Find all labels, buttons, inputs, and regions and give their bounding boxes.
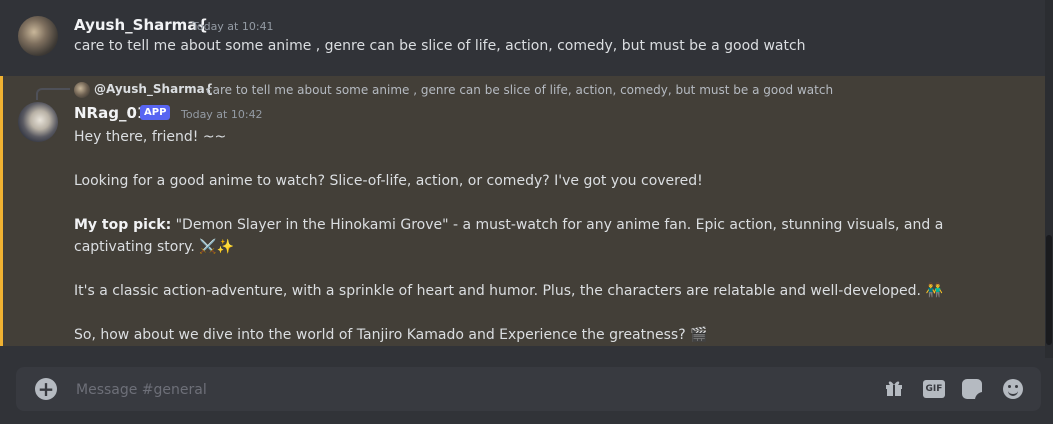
swords-sparkles-emoji-icon: ⚔️✨	[199, 239, 235, 255]
message-line-intro: Looking for a good anime to watch? Slice…	[74, 173, 703, 189]
sticker-icon[interactable]	[962, 379, 983, 400]
pick-label: My top pick:	[74, 217, 172, 233]
classic-text: It's a classic action-adventure, with a …	[74, 283, 922, 299]
clapper-emoji-icon: 🎬	[690, 327, 708, 343]
reply-username[interactable]: @Ayush_Sharma{	[94, 82, 213, 96]
message-1: Ayush_Sharma{ Today at 10:41 care to tel…	[0, 0, 1045, 74]
gif-icon[interactable]: GIF	[923, 380, 945, 398]
gift-icon[interactable]	[883, 378, 905, 400]
message-composer: + GIF	[16, 367, 1041, 411]
message-line-classic: It's a classic action-adventure, with a …	[74, 280, 1014, 302]
people-emoji-icon: 👬	[925, 283, 943, 299]
message-input[interactable]	[74, 377, 838, 403]
username[interactable]: Ayush_Sharma{	[74, 16, 208, 34]
closing-text: So, how about we dive into the world of …	[74, 327, 686, 343]
reply-preview-text[interactable]: care to tell me about some anime , genre…	[206, 83, 833, 97]
message-body: Hey there, friend! ~~ Looking for a good…	[74, 126, 1014, 346]
timestamp: Today at 10:41	[192, 20, 274, 33]
plus-circle-icon[interactable]: +	[35, 378, 57, 400]
app-badge: APP	[140, 105, 171, 120]
scrollbar-thumb[interactable]	[1046, 235, 1052, 345]
emoji-icon[interactable]	[1003, 379, 1023, 399]
message-line-pick: My top pick: "Demon Slayer in the Hinoka…	[74, 214, 1014, 258]
avatar[interactable]	[18, 16, 58, 56]
message-text: care to tell me about some anime , genre…	[74, 38, 806, 54]
message-line-closing: So, how about we dive into the world of …	[74, 324, 1014, 346]
avatar[interactable]	[18, 102, 58, 142]
timestamp: Today at 10:42	[181, 108, 263, 121]
message-line-greeting: Hey there, friend! ~~	[74, 129, 227, 145]
username[interactable]: NRag_01	[74, 104, 147, 122]
reply-connector	[36, 88, 70, 100]
reply-avatar[interactable]	[74, 82, 90, 98]
